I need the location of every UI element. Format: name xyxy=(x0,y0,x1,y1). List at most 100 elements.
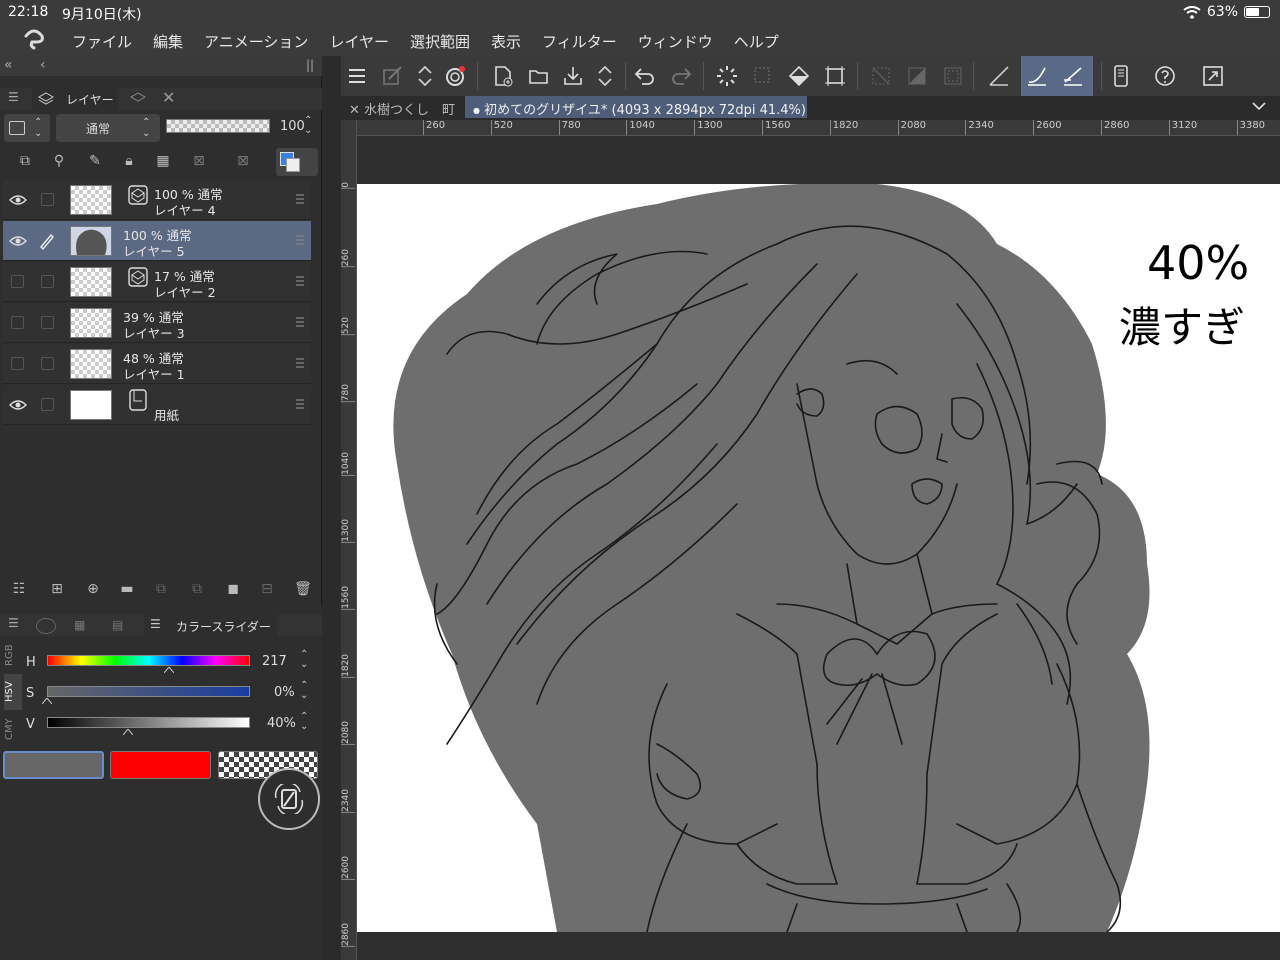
open-file-icon[interactable] xyxy=(527,64,551,88)
doc-tab-active[interactable]: ● 初めてのグリザイユ* (4093 x 2894px 72dpi 41.4%) xyxy=(465,96,807,118)
loading-spinner-icon[interactable] xyxy=(715,64,739,88)
draft-layer-icon[interactable]: ⚲ xyxy=(48,150,70,172)
ruler-snap-icon[interactable] xyxy=(987,64,1011,88)
canvas-area[interactable]: 40% 濃すぎ xyxy=(357,136,1280,960)
canvas-paper[interactable]: 40% 濃すぎ xyxy=(357,184,1280,932)
menu-item-1[interactable]: 編集 xyxy=(153,31,183,52)
transform-icon[interactable] xyxy=(823,64,847,88)
hue-slider[interactable] xyxy=(47,655,250,666)
close-tab-x-icon[interactable]: ✕ xyxy=(349,103,360,118)
value-caret-icon[interactable] xyxy=(123,729,134,735)
tone-icon[interactable] xyxy=(905,64,929,88)
visibility-checkbox[interactable] xyxy=(11,316,24,329)
reference-layer-icon[interactable]: ⧉ xyxy=(14,150,36,172)
layer-row[interactable]: 39 % 通常 レイヤー 3 xyxy=(3,303,311,343)
layer-row[interactable]: 100 % 通常 レイヤー 4 xyxy=(3,180,311,220)
redo-icon[interactable] xyxy=(669,64,693,88)
fill-icon[interactable] xyxy=(787,64,811,88)
mode-tab-hsv[interactable]: HSV xyxy=(4,674,22,710)
clear-selection-icon[interactable] xyxy=(751,64,775,88)
value-slider[interactable] xyxy=(47,717,250,728)
transfer-layer-icon[interactable]: ⧉ xyxy=(150,578,172,600)
save-stepper-icon[interactable] xyxy=(593,64,617,88)
new-file-icon[interactable] xyxy=(491,64,515,88)
lock-transparent-icon[interactable]: ▦ xyxy=(152,150,174,172)
main-color-swatch[interactable] xyxy=(3,751,104,779)
undo-icon[interactable] xyxy=(633,64,657,88)
lock-icon[interactable]: 🔒︎ xyxy=(118,150,140,172)
layer-mask-select[interactable]: ⌃ ⌄ xyxy=(4,114,50,142)
edit-target-checkbox[interactable] xyxy=(41,398,54,411)
eye-icon[interactable] xyxy=(9,233,27,249)
layer-row[interactable]: 48 % 通常 レイヤー 1 xyxy=(3,344,311,384)
edit-target-checkbox[interactable] xyxy=(41,357,54,370)
layer-panel-menu-icon[interactable]: ☷ xyxy=(8,578,30,600)
layer-menu-icon[interactable] xyxy=(295,192,305,206)
new-vector-layer-icon[interactable]: ⊕ xyxy=(82,578,104,600)
layer-row[interactable]: 100 % 通常 レイヤー 5 xyxy=(3,221,311,261)
new-raster-layer-icon[interactable]: ⊞ xyxy=(46,578,68,600)
layer-property-tab-icon[interactable] xyxy=(130,91,146,107)
save-icon[interactable] xyxy=(561,64,585,88)
menu-item-7[interactable]: ウィンドウ xyxy=(638,31,713,52)
tab-layer[interactable]: レイヤー xyxy=(32,88,118,110)
edit-target-checkbox[interactable] xyxy=(41,275,54,288)
hide-selection-icon[interactable] xyxy=(869,64,893,88)
menu-item-2[interactable]: アニメーション xyxy=(204,31,308,52)
edit-target-checkbox[interactable] xyxy=(41,316,54,329)
grid-snap-icon[interactable] xyxy=(1061,64,1085,88)
panel-grip-icon[interactable]: || xyxy=(306,58,314,72)
mask-ruler-icon[interactable]: ⊠ xyxy=(232,150,254,172)
help-icon[interactable] xyxy=(1153,64,1177,88)
swap-color-button[interactable] xyxy=(258,768,320,830)
doc-tab-inactive[interactable]: ✕ 水樹つくし 町 xyxy=(341,96,461,118)
create-mask-icon[interactable]: ◼ xyxy=(222,578,244,600)
menu-item-8[interactable]: ヘルプ xyxy=(734,31,779,52)
opacity-slider[interactable] xyxy=(166,119,270,133)
apply-mask-icon[interactable]: ⊟ xyxy=(256,578,278,600)
delete-layer-icon[interactable]: 🗑︎ xyxy=(292,578,314,600)
mode-tab-cmy[interactable]: CMY xyxy=(4,712,22,746)
edit-toolbar-icon[interactable] xyxy=(381,64,405,88)
color-set-tab-icon[interactable]: ▦ xyxy=(74,618,85,632)
layer-menu-icon[interactable] xyxy=(295,356,305,370)
color-panel-menu-icon[interactable]: ☰ xyxy=(8,616,19,630)
hue-stepper-icon[interactable]: ⌃ ⌄ xyxy=(300,650,308,670)
layer-menu-icon[interactable] xyxy=(295,274,305,288)
layer-menu-icon[interactable] xyxy=(295,233,305,247)
layer-row[interactable]: 用紙 xyxy=(3,385,311,425)
saturation-slider[interactable] xyxy=(47,686,250,697)
color-wheel-tab-icon[interactable] xyxy=(36,618,56,634)
menu-item-6[interactable]: フィルター xyxy=(542,31,617,52)
chevron-down-icon[interactable] xyxy=(1251,100,1267,112)
hamburger-menu-icon[interactable] xyxy=(345,64,369,88)
saturation-stepper-icon[interactable]: ⌃ ⌄ xyxy=(300,681,308,701)
clip-studio-icon[interactable] xyxy=(443,64,467,88)
collapse-icon[interactable]: ‹ xyxy=(40,57,46,73)
tab-color-slider[interactable]: ☰ カラースライダー xyxy=(144,614,278,636)
merge-down-icon[interactable]: ⧉ xyxy=(186,578,208,600)
mask-enable-icon[interactable]: ⊠ xyxy=(188,150,210,172)
blend-mode-select[interactable]: 通常 ⌃ ⌄ xyxy=(56,114,160,142)
selection-frame-icon[interactable] xyxy=(941,64,965,88)
new-folder-icon[interactable]: ▬ xyxy=(116,578,138,600)
intermediate-color-tab-icon[interactable]: ▤ xyxy=(112,618,123,632)
menu-item-3[interactable]: レイヤー xyxy=(329,31,389,52)
mode-tab-rgb[interactable]: RGB xyxy=(4,638,22,672)
layer-color-select[interactable] xyxy=(276,148,318,176)
value-stepper-icon[interactable]: ⌃ ⌄ xyxy=(300,712,308,732)
close-tab-icon[interactable]: ✕ xyxy=(162,88,175,107)
sub-color-swatch[interactable] xyxy=(110,751,211,779)
hue-caret-icon[interactable] xyxy=(163,667,174,673)
visibility-checkbox[interactable] xyxy=(11,357,24,370)
layer-menu-icon[interactable] xyxy=(295,397,305,411)
menu-item-4[interactable]: 選択範囲 xyxy=(410,31,470,52)
eye-icon[interactable] xyxy=(9,397,27,413)
collapse-double-icon[interactable]: « xyxy=(4,57,13,73)
app-logo-icon[interactable] xyxy=(20,28,48,52)
visibility-checkbox[interactable] xyxy=(11,275,24,288)
smartphone-icon[interactable] xyxy=(1109,64,1133,88)
eye-icon[interactable] xyxy=(9,192,27,208)
panel-menu-icon[interactable]: ☰ xyxy=(8,90,19,104)
fullscreen-icon[interactable] xyxy=(1201,64,1225,88)
